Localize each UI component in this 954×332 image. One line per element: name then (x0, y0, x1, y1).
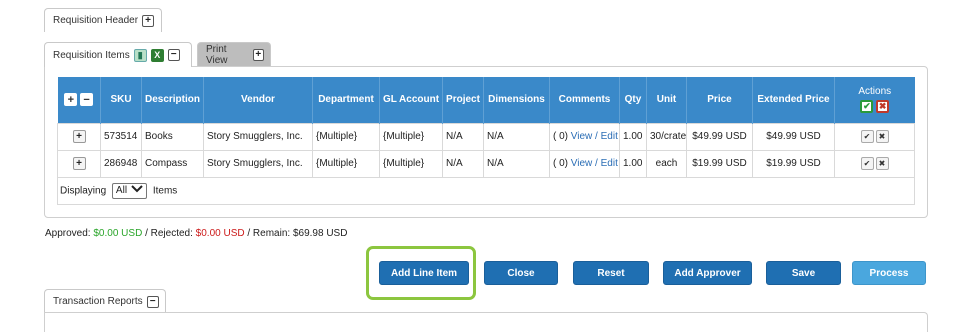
line-items-table: + − SKU Description Vendor Department GL… (57, 77, 915, 205)
tab-print-view[interactable]: Print View + (197, 42, 271, 66)
approve-icon[interactable]: ✔ (860, 157, 874, 170)
displaying-label: Displaying (60, 185, 107, 196)
approve-all-icon[interactable]: ✔ (860, 100, 874, 114)
project-cell: N/A (442, 122, 484, 151)
qty-cell: 1.00 (619, 149, 647, 178)
expand-row-icon[interactable]: + (72, 130, 86, 143)
expand-icon[interactable]: + (252, 48, 264, 61)
columns-icon[interactable]: ▮ (133, 48, 147, 62)
comments-cell: ( 0) View / Edit (549, 122, 620, 151)
dimensions-cell: N/A (483, 149, 550, 178)
gl-account-cell: {Multiple} (379, 122, 443, 151)
approved-label: Approved: (45, 228, 91, 239)
project-cell: N/A (442, 149, 484, 178)
reject-icon[interactable]: ✖ (875, 130, 889, 143)
actions-header-label: Actions (858, 86, 892, 98)
transaction-reports-panel (44, 312, 928, 332)
sku-cell: 573514 (100, 122, 142, 151)
comments-cell: ( 0) View / Edit (549, 149, 620, 178)
rejected-label: / Rejected: (145, 228, 193, 239)
column-header-qty[interactable]: Qty (619, 77, 647, 123)
department-cell: {Multiple} (312, 122, 380, 151)
department-cell: {Multiple} (312, 149, 380, 178)
add-approver-button[interactable]: Add Approver (663, 261, 752, 285)
row-expand-cell: + (57, 149, 101, 178)
column-header-project[interactable]: Project (442, 77, 484, 123)
chevron-down-icon (131, 185, 143, 196)
description-cell: Compass (141, 149, 204, 178)
reject-all-icon[interactable]: ✖ (876, 100, 890, 114)
description-cell: Books (141, 122, 204, 151)
remain-value: $69.98 USD (292, 228, 348, 239)
page-size-value: All (115, 185, 128, 196)
column-header-extended-price[interactable]: Extended Price (752, 77, 835, 123)
expand-icon[interactable]: + (142, 14, 155, 27)
column-header-comments[interactable]: Comments (549, 77, 620, 123)
table-row: + 286948 Compass Story Smugglers, Inc. {… (57, 149, 915, 178)
tab-transaction-reports[interactable]: Transaction Reports − (44, 289, 166, 313)
table-footer-row: Displaying All Items (57, 176, 915, 205)
process-button[interactable]: Process (852, 261, 926, 285)
tab-requisition-header-label: Requisition Header (53, 15, 139, 26)
reset-button[interactable]: Reset (573, 261, 649, 285)
qty-cell: 1.00 (619, 122, 647, 151)
column-header-department[interactable]: Department (312, 77, 380, 123)
collapse-all-icon[interactable]: − (80, 93, 94, 107)
price-cell: $19.99 USD (686, 149, 753, 178)
column-header-vendor[interactable]: Vendor (203, 77, 313, 123)
column-header-description[interactable]: Description (141, 77, 204, 123)
tab-transaction-reports-label: Transaction Reports (53, 296, 143, 307)
page-size-select[interactable]: All (111, 182, 148, 199)
table-row: + 573514 Books Story Smugglers, Inc. {Mu… (57, 122, 915, 151)
dimensions-cell: N/A (483, 122, 550, 151)
expand-collapse-all: + − (57, 77, 101, 123)
vendor-cell: Story Smugglers, Inc. (203, 149, 313, 178)
expand-row-icon[interactable]: + (72, 157, 86, 170)
approve-icon[interactable]: ✔ (860, 130, 874, 143)
close-button[interactable]: Close (484, 261, 558, 285)
gl-account-cell: {Multiple} (379, 149, 443, 178)
collapse-icon[interactable]: − (146, 295, 159, 308)
tab-requisition-items-label: Requisition Items (53, 49, 130, 61)
add-line-item-button[interactable]: Add Line Item (379, 261, 469, 285)
comments-count: ( 0) (553, 158, 568, 169)
column-header-dimensions[interactable]: Dimensions (483, 77, 550, 123)
remain-label: / Remain: (247, 228, 291, 239)
view-edit-comments-link[interactable]: View / Edit (571, 131, 618, 142)
expand-all-icon[interactable]: + (64, 93, 78, 107)
extended-price-cell: $49.99 USD (752, 122, 835, 151)
items-label: Items (152, 185, 178, 196)
tab-requisition-items[interactable]: Requisition Items ▮ X − (44, 42, 192, 67)
view-edit-comments-link[interactable]: View / Edit (571, 158, 618, 169)
sku-cell: 286948 (100, 149, 142, 178)
price-cell: $49.99 USD (686, 122, 753, 151)
rejected-value: $0.00 USD (195, 228, 245, 239)
approval-summary: Approved: $0.00 USD / Rejected: $0.00 US… (45, 228, 347, 239)
reject-icon[interactable]: ✖ (875, 157, 889, 170)
unit-cell: each (646, 149, 687, 178)
column-header-gl-account[interactable]: GL Account (379, 77, 443, 123)
column-header-price[interactable]: Price (686, 77, 753, 123)
column-header-unit[interactable]: Unit (646, 77, 687, 123)
excel-icon[interactable]: X (150, 48, 164, 62)
table-footer: Displaying All Items (57, 176, 915, 205)
extended-price-cell: $19.99 USD (752, 149, 835, 178)
actions-cell: ✔ ✖ (834, 149, 915, 178)
row-expand-cell: + (57, 122, 101, 151)
collapse-icon[interactable]: − (167, 49, 180, 61)
column-header-sku[interactable]: SKU (100, 77, 142, 123)
comments-count: ( 0) (553, 131, 568, 142)
requisition-items-panel: + − SKU Description Vendor Department GL… (44, 66, 928, 218)
table-header-row: + − SKU Description Vendor Department GL… (57, 77, 915, 123)
unit-cell: 30/crate (646, 122, 687, 151)
vendor-cell: Story Smugglers, Inc. (203, 122, 313, 151)
approved-value: $0.00 USD (93, 228, 143, 239)
save-button[interactable]: Save (766, 261, 841, 285)
tab-print-view-label: Print View (206, 43, 228, 66)
actions-cell: ✔ ✖ (834, 122, 915, 151)
column-header-actions: Actions ✔ ✖ (834, 77, 915, 123)
tab-requisition-header[interactable]: Requisition Header + (44, 8, 162, 32)
